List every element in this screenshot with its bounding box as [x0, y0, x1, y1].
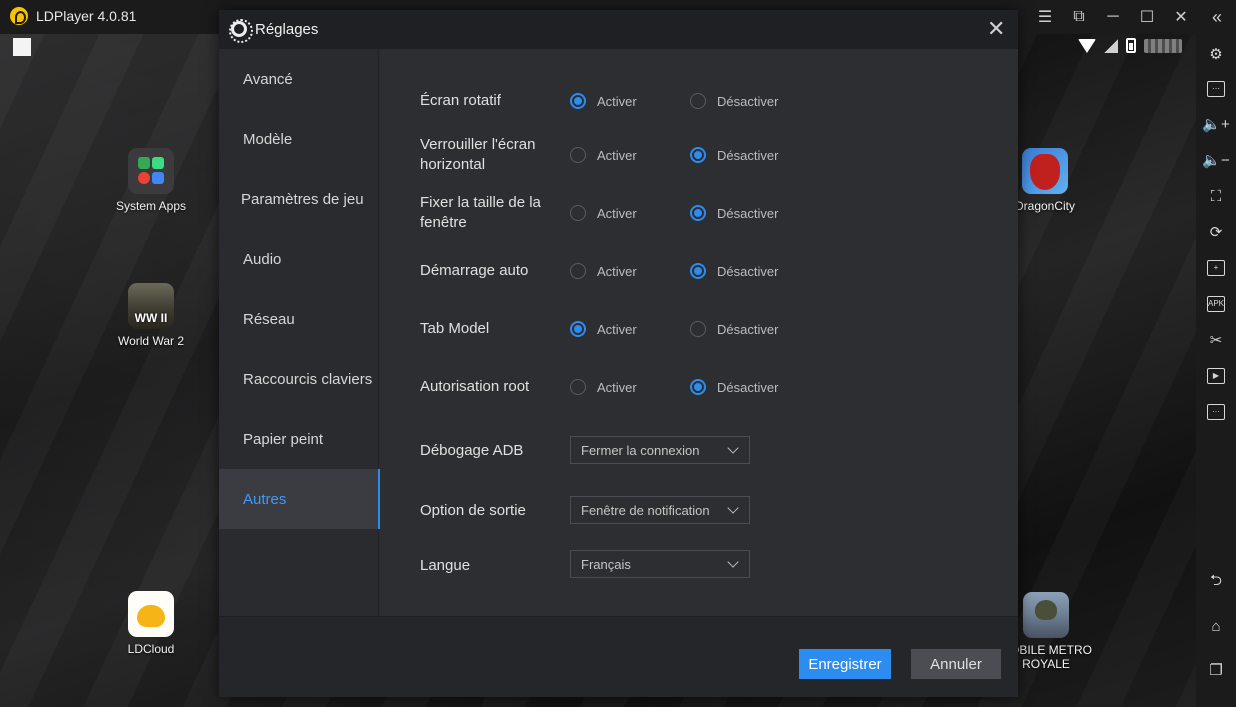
app-label: LDCloud [127, 642, 175, 656]
radio-demarrage-activer[interactable]: Activer [570, 263, 637, 279]
apk-icon[interactable]: APK [1196, 289, 1236, 319]
close-icon[interactable]: ✕ [1164, 0, 1198, 34]
right-toolbar: ⚙ ⋯ 🔈+ 🔈− ⛶ ⟳ + APK ✂ ▶ ··· ⮌ ⌂ ❐ [1196, 34, 1236, 707]
radio-checked-icon [690, 147, 706, 163]
scissors-icon[interactable]: ✂ [1196, 325, 1236, 355]
settings-icon[interactable]: ⚙ [1196, 39, 1236, 69]
clock-blurred [1144, 38, 1182, 53]
nav-item-reseau[interactable]: Réseau [219, 289, 381, 349]
radio-unchecked-icon [570, 379, 586, 395]
minimize-icon[interactable]: ─ [1096, 0, 1130, 34]
radio-verrouiller-activer[interactable]: Activer [570, 147, 637, 163]
restore-icon[interactable]: ☐ [1130, 0, 1164, 34]
radio-checked-icon [570, 321, 586, 337]
radio-root-desactiver[interactable]: Désactiver [690, 379, 778, 395]
radio-tab-model-desactiver[interactable]: Désactiver [690, 321, 778, 337]
select-langue[interactable]: Français [570, 550, 750, 578]
settings-nav: Avancé Modèle Paramètres de jeu Audio Ré… [219, 49, 381, 616]
setting-label-tab-model: Tab Model [420, 320, 490, 337]
setting-label-langue: Langue [420, 557, 471, 574]
world-war-2-icon: WW II [128, 283, 174, 329]
nav-item-modele[interactable]: Modèle [219, 109, 381, 169]
save-button[interactable]: Enregistrer [799, 649, 891, 679]
radio-ecran-rotatif-activer[interactable]: Activer [570, 93, 637, 109]
radio-root-activer[interactable]: Activer [570, 379, 637, 395]
radio-checked-icon [690, 205, 706, 221]
window-controls: ☰ ⧉ ─ ☐ ✕ [1028, 0, 1198, 34]
radio-checked-icon [690, 263, 706, 279]
radio-verrouiller-desactiver[interactable]: Désactiver [690, 147, 778, 163]
dragon-city-icon [1022, 148, 1068, 194]
fullscreen-icon[interactable]: ⛶ [1196, 181, 1236, 211]
setting-label-demarrage-auto: Démarrage auto [420, 262, 529, 279]
settings-dialog: Réglages ✕ Avancé Modèle Paramètres de j… [219, 10, 1018, 697]
chevron-down-icon [727, 556, 739, 568]
more-icon[interactable]: ··· [1196, 397, 1236, 427]
ldcloud-icon [128, 591, 174, 637]
setting-label-ecran-rotatif: Écran rotatif [420, 92, 501, 109]
app-system-apps[interactable]: System Apps [103, 148, 199, 213]
setting-label-debogage-adb: Débogage ADB [420, 442, 524, 459]
nav-item-avance[interactable]: Avancé [219, 49, 381, 109]
radio-unchecked-icon [570, 205, 586, 221]
chevron-down-icon [727, 502, 739, 514]
menu-icon[interactable]: ☰ [1028, 0, 1062, 34]
pubg-icon [1023, 592, 1069, 638]
chevron-down-icon [727, 442, 739, 454]
notification-square-icon [13, 38, 31, 56]
radio-tab-model-activer[interactable]: Activer [570, 321, 637, 337]
nav-item-raccourcis-claviers[interactable]: Raccourcis claviers [219, 349, 381, 409]
nav-item-parametres-de-jeu[interactable]: Paramètres de jeu [219, 169, 381, 229]
radio-checked-icon [690, 379, 706, 395]
add-window-icon[interactable]: + [1196, 253, 1236, 283]
nav-item-papier-peint[interactable]: Papier peint [219, 409, 381, 469]
radio-ecran-rotatif-desactiver[interactable]: Désactiver [690, 93, 778, 109]
radio-unchecked-icon [690, 93, 706, 109]
battery-icon [1126, 38, 1136, 53]
radio-demarrage-desactiver[interactable]: Désactiver [690, 263, 778, 279]
radio-fixer-taille-activer[interactable]: Activer [570, 205, 637, 221]
rotate-icon[interactable]: ⟳ [1196, 217, 1236, 247]
setting-label-option-de-sortie: Option de sortie [420, 502, 526, 519]
select-option-de-sortie[interactable]: Fenêtre de notification [570, 496, 750, 524]
volume-up-icon[interactable]: 🔈+ [1196, 109, 1236, 139]
app-label: System Apps [115, 199, 187, 213]
sync-icon[interactable]: ⧉ [1062, 0, 1096, 34]
back-icon[interactable]: ⮌ [1196, 567, 1236, 597]
ww2-badge: WW II [134, 311, 168, 325]
dialog-title: Réglages [255, 21, 319, 38]
video-icon[interactable]: ▶ [1196, 361, 1236, 391]
ldplayer-logo-icon [10, 7, 28, 25]
app-label: World War 2 [117, 334, 184, 348]
setting-label-verrouiller-ecran: Verrouiller l'écran horizontal [420, 136, 536, 173]
nav-item-audio[interactable]: Audio [219, 229, 381, 289]
wifi-icon [1078, 38, 1096, 53]
dialog-header: Réglages ✕ [219, 10, 1018, 49]
radio-unchecked-icon [690, 321, 706, 337]
nav-item-autres[interactable]: Autres [219, 469, 381, 529]
signal-icon [1104, 38, 1118, 53]
settings-content: Écran rotatif Activer Désactiver Verroui… [380, 49, 1018, 616]
app-title: LDPlayer 4.0.81 [36, 8, 137, 24]
app-world-war-2[interactable]: WW II World War 2 [103, 283, 199, 348]
keyboard-icon[interactable]: ⋯ [1196, 74, 1236, 104]
setting-label-fixer-taille: Fixer la taille de la fenêtre [420, 194, 541, 231]
radio-unchecked-icon [570, 263, 586, 279]
status-bar [1078, 38, 1182, 53]
select-debogage-adb[interactable]: Fermer la connexion [570, 436, 750, 464]
radio-unchecked-icon [570, 147, 586, 163]
gear-icon [229, 19, 253, 43]
radio-fixer-taille-desactiver[interactable]: Désactiver [690, 205, 778, 221]
radio-checked-icon [570, 93, 586, 109]
cancel-button[interactable]: Annuler [911, 649, 1001, 679]
home-icon[interactable]: ⌂ [1196, 611, 1236, 641]
recent-apps-icon[interactable]: ❐ [1196, 655, 1236, 685]
setting-label-autorisation-root: Autorisation root [420, 378, 530, 395]
dialog-close-icon[interactable]: ✕ [987, 17, 1005, 41]
system-apps-icon [128, 148, 174, 194]
dialog-footer: Enregistrer Annuler [219, 616, 1018, 697]
volume-down-icon[interactable]: 🔈− [1196, 145, 1236, 175]
app-ldcloud[interactable]: LDCloud [103, 591, 199, 656]
double-chevron-left-icon[interactable]: « [1198, 0, 1236, 34]
